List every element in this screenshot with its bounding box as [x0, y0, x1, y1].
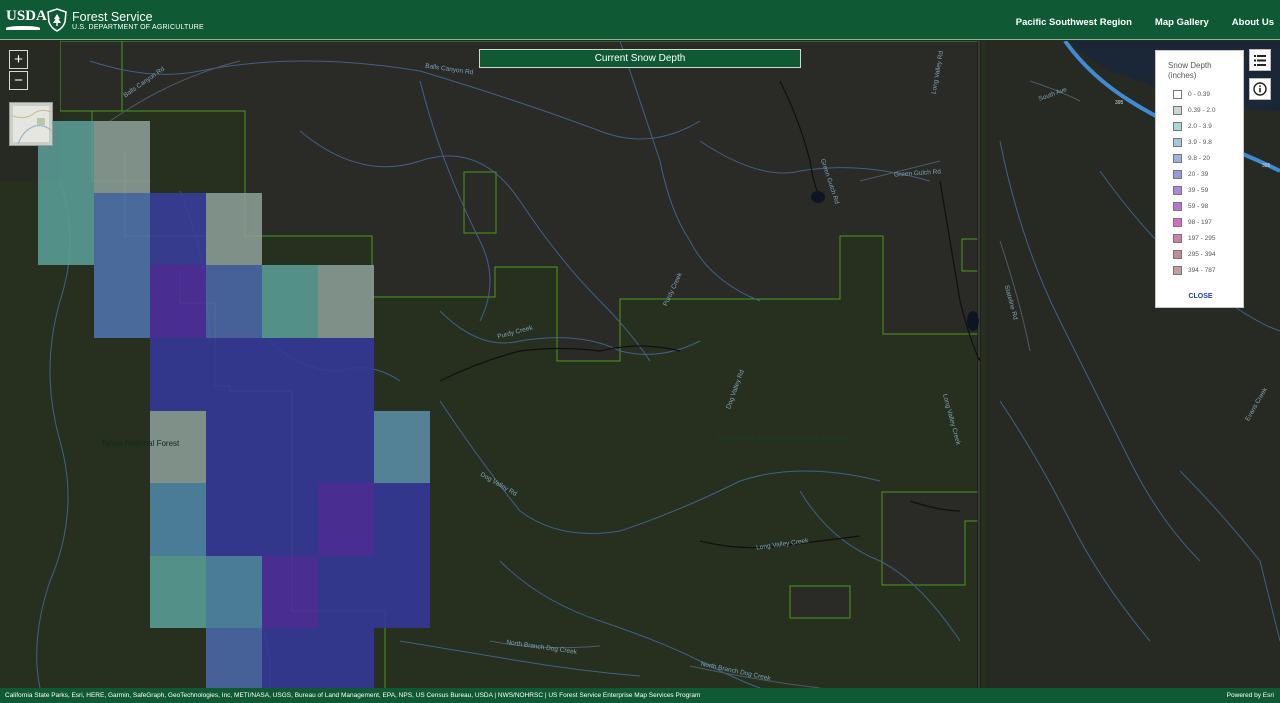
highway-shield: 395 — [1262, 163, 1271, 169]
legend-item: 20 - 39 — [1173, 168, 1208, 180]
legend-swatch — [1173, 137, 1182, 147]
legend-swatch — [1173, 185, 1182, 195]
legend-item: 0 - 0.39 — [1173, 88, 1210, 100]
forest-label-tahoe: Tahoe National Forest — [101, 439, 180, 448]
private-land — [789, 585, 851, 619]
legend-label: 39 - 59 — [1188, 186, 1209, 194]
legend-label: 20 - 39 — [1188, 170, 1209, 178]
snow-cell — [150, 556, 206, 628]
powered-by-esri[interactable]: Powered by Esri — [1227, 688, 1274, 703]
usda-swoosh — [6, 26, 40, 30]
snow-depth-legend: Snow Depth (inches) 0 - 0.39 0.39 - 2.0 … — [1155, 50, 1244, 308]
snow-cell — [206, 628, 262, 688]
legend-label: 3.9 - 9.8 — [1188, 138, 1212, 146]
legend-item: 9.8 - 20 — [1173, 152, 1210, 164]
snow-cell — [150, 265, 206, 338]
basemap — [0, 41, 1280, 688]
site-header: USDA Forest Service U.S. DEPARTMENT OF A… — [0, 0, 1280, 40]
basemap-thumbnail — [12, 106, 52, 145]
legend-close-button[interactable]: CLOSE — [1156, 293, 1245, 300]
private-land — [961, 238, 981, 272]
basemap-thumbnail-image — [12, 109, 52, 145]
snow-cell — [150, 193, 206, 265]
legend-item: 0.39 - 2.0 — [1173, 104, 1215, 116]
map-view[interactable]: Tahoe National Forest Humboldt-Toiyabe N… — [0, 41, 1280, 688]
legend-item: 295 - 394 — [1173, 248, 1215, 260]
legend-title: Snow Depth (inches) — [1168, 61, 1212, 80]
attribution-bar: California State Parks, Esri, HERE, Garm… — [0, 688, 1280, 703]
map-title: Current Snow Depth — [479, 49, 801, 68]
forest-label-humboldt-toiyabe: Humboldt-Toiyabe National Forest — [718, 433, 847, 443]
snow-cell — [150, 483, 206, 556]
legend-label: 0.39 - 2.0 — [1188, 106, 1216, 114]
legend-item: 197 - 295 — [1173, 232, 1215, 244]
snow-cell — [262, 628, 374, 688]
usda-logo[interactable]: USDA — [6, 7, 47, 31]
snow-cell — [94, 121, 150, 193]
legend-label: 295 - 394 — [1188, 250, 1216, 258]
legend-swatch — [1173, 153, 1182, 163]
layer-list-button[interactable] — [1249, 49, 1271, 71]
legend-item: 98 - 197 — [1173, 216, 1212, 228]
legend-swatch — [1173, 201, 1182, 211]
snow-cell — [206, 193, 262, 265]
snow-cell — [318, 483, 374, 556]
snow-cell — [206, 265, 262, 338]
info-icon — [1253, 82, 1267, 96]
private-land — [463, 171, 497, 234]
info-button[interactable] — [1249, 78, 1271, 100]
basemap-toggle[interactable] — [9, 102, 53, 146]
snow-cell — [150, 338, 374, 411]
snow-cell — [374, 483, 430, 556]
legend-label: 0 - 0.39 — [1188, 90, 1211, 98]
snow-cell — [262, 556, 318, 628]
legend-swatch — [1173, 89, 1182, 99]
snow-cell — [318, 556, 430, 628]
zoom-in-button[interactable]: + — [9, 50, 28, 69]
snow-cell — [206, 556, 262, 628]
legend-swatch — [1173, 217, 1182, 227]
snow-cell — [206, 483, 318, 556]
legend-item: 39 - 59 — [1173, 184, 1208, 196]
brand-subtitle: U.S. DEPARTMENT OF AGRICULTURE — [72, 24, 204, 31]
highway-shield: 395 — [1115, 100, 1124, 106]
pond — [967, 311, 979, 331]
legend-item: 2.0 - 3.9 — [1173, 120, 1212, 132]
layer-list-icon — [1254, 54, 1266, 66]
legend-item: 59 - 98 — [1173, 200, 1208, 212]
legend-swatch — [1173, 233, 1182, 243]
nav-map-gallery[interactable]: Map Gallery — [1155, 17, 1209, 28]
legend-label: 2.0 - 3.9 — [1188, 122, 1212, 130]
snow-cell — [206, 411, 374, 483]
legend-label: 59 - 98 — [1188, 202, 1209, 210]
legend-swatch — [1173, 265, 1182, 275]
usda-logo-text: USDA — [6, 8, 47, 24]
legend-item: 3.9 - 9.8 — [1173, 136, 1212, 148]
legend-item: 394 - 787 — [1173, 264, 1215, 276]
pond — [811, 191, 825, 203]
forest-service-shield-icon[interactable] — [47, 8, 67, 32]
legend-label: 394 - 787 — [1188, 266, 1216, 274]
nav-pacific-southwest-region[interactable]: Pacific Southwest Region — [1016, 17, 1132, 28]
legend-swatch — [1173, 105, 1182, 115]
snow-cell — [374, 411, 430, 483]
zoom-out-button[interactable]: − — [9, 71, 28, 90]
snow-cell — [94, 193, 150, 338]
legend-swatch — [1173, 249, 1182, 259]
snow-cell — [262, 265, 318, 338]
main-nav: Pacific Southwest Region Map Gallery Abo… — [993, 17, 1274, 28]
brand-title[interactable]: Forest Service — [72, 11, 153, 24]
legend-swatch — [1173, 169, 1182, 179]
nav-about-us[interactable]: About Us — [1232, 17, 1274, 28]
legend-swatch — [1173, 121, 1182, 131]
attribution-text[interactable]: California State Parks, Esri, HERE, Garm… — [5, 692, 700, 699]
legend-label: 9.8 - 20 — [1188, 154, 1211, 162]
legend-label: 98 - 197 — [1188, 218, 1212, 226]
legend-label: 197 - 295 — [1188, 234, 1216, 242]
snow-cell — [318, 265, 374, 338]
